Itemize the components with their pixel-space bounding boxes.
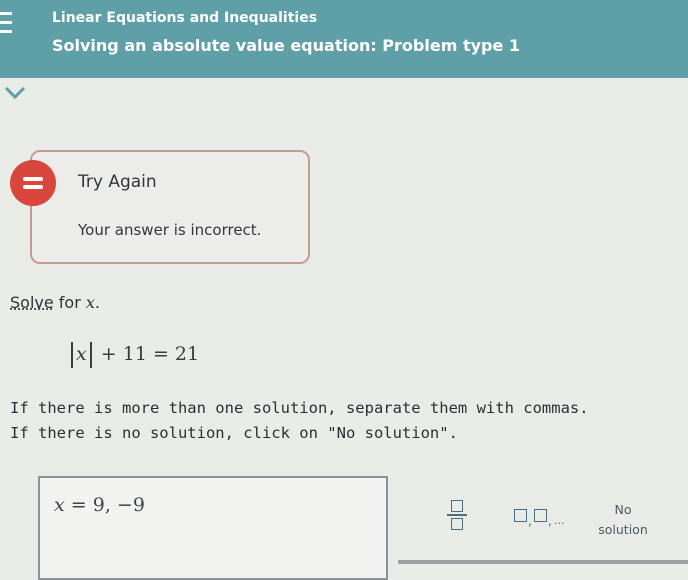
- top-header: Linear Equations and Inequalities Solvin…: [0, 0, 688, 78]
- header-title: Solving an absolute value equation: Prob…: [52, 36, 521, 55]
- list-dots: ...: [554, 514, 565, 527]
- prompt-period: .: [94, 293, 100, 312]
- equation: x + 11 = 21: [68, 342, 199, 368]
- chevron-down-icon[interactable]: [4, 86, 26, 100]
- warning-icon: [10, 160, 56, 206]
- instruction-multiple: If there is more than one solution, sepa…: [10, 399, 589, 417]
- feedback-message: Your answer is incorrect.: [78, 221, 262, 239]
- prompt-text: for: [53, 293, 86, 312]
- menu-icon[interactable]: [0, 12, 12, 40]
- list-button[interactable]: , , ...: [514, 506, 574, 530]
- no-solution-label-1: No: [614, 502, 632, 517]
- feedback-heading: Try Again: [78, 172, 157, 192]
- no-solution-button[interactable]: No solution: [592, 500, 654, 540]
- answer-expression: = 9, −9: [70, 494, 145, 516]
- solve-link[interactable]: Solve: [10, 293, 54, 312]
- feedback-box: [30, 150, 310, 264]
- instruction-no-solution: If there is no solution, click on "No so…: [10, 424, 458, 442]
- equation-variable: x: [76, 343, 87, 365]
- fraction-button[interactable]: [442, 498, 472, 542]
- answer-variable: x: [54, 494, 65, 516]
- bottom-divider: [398, 560, 688, 564]
- prompt-variable: x: [85, 293, 95, 312]
- answer-input[interactable]: [38, 476, 388, 580]
- answer-value: x = 9, −9: [54, 494, 145, 516]
- equation-rhs: + 11 = 21: [100, 343, 200, 365]
- no-solution-label-2: solution: [598, 522, 648, 537]
- problem-prompt: Solve for x.: [10, 293, 100, 312]
- header-topic: Linear Equations and Inequalities: [52, 10, 318, 26]
